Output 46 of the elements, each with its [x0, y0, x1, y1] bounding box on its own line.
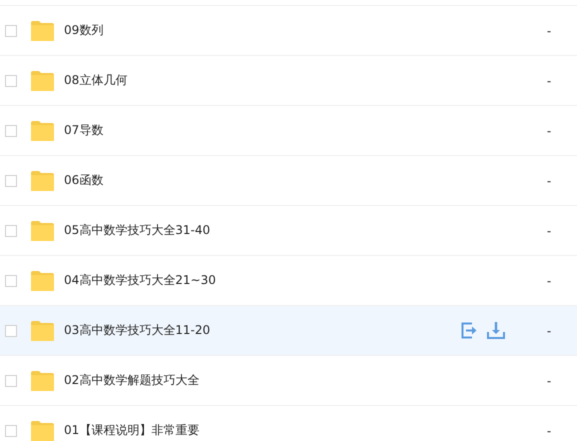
folder-name[interactable]: 04高中数学技巧大全21~30: [64, 272, 461, 289]
checkbox[interactable]: [5, 424, 17, 436]
file-row[interactable]: 03高中数学技巧大全11-20 -: [0, 305, 577, 355]
file-size: -: [546, 24, 552, 38]
file-size: -: [546, 324, 552, 338]
checkbox[interactable]: [5, 174, 17, 186]
folder-icon: [31, 20, 54, 40]
file-size: -: [546, 224, 552, 238]
folder-name[interactable]: 03高中数学技巧大全11-20: [64, 322, 461, 339]
folder-name[interactable]: 06函数: [64, 172, 461, 189]
file-size: -: [546, 274, 552, 288]
folder-icon: [31, 320, 54, 340]
checkbox[interactable]: [5, 324, 17, 336]
folder-name[interactable]: 08立体几何: [64, 72, 461, 89]
folder-name[interactable]: 01【课程说明】非常重要: [64, 422, 461, 439]
checkbox[interactable]: [5, 224, 17, 236]
file-size: -: [546, 74, 552, 88]
file-row[interactable]: 07导数 -: [0, 105, 577, 155]
folder-icon: [31, 170, 54, 190]
download-icon[interactable]: [487, 322, 505, 339]
file-row[interactable]: 02高中数学解题技巧大全 -: [0, 355, 577, 405]
folder-icon: [31, 270, 54, 290]
file-size: -: [546, 124, 552, 138]
folder-name[interactable]: 05高中数学技巧大全31-40: [64, 222, 461, 239]
file-row[interactable]: 09数列 -: [0, 5, 577, 55]
file-row[interactable]: 01【课程说明】非常重要 -: [0, 405, 577, 441]
checkbox[interactable]: [5, 24, 17, 36]
checkbox[interactable]: [5, 274, 17, 286]
share-icon[interactable]: [461, 322, 478, 339]
file-row[interactable]: 05高中数学技巧大全31-40 -: [0, 205, 577, 255]
folder-name[interactable]: 07导数: [64, 122, 461, 139]
folder-icon: [31, 420, 54, 440]
folder-icon: [31, 70, 54, 90]
checkbox[interactable]: [5, 74, 17, 86]
folder-icon: [31, 370, 54, 390]
folder-name[interactable]: 09数列: [64, 22, 461, 39]
file-row[interactable]: 08立体几何 -: [0, 55, 577, 105]
folder-icon: [31, 120, 54, 140]
file-size: -: [546, 374, 552, 388]
folder-icon: [31, 220, 54, 240]
checkbox[interactable]: [5, 374, 17, 386]
file-size: -: [546, 174, 552, 188]
file-size: -: [546, 424, 552, 438]
file-row[interactable]: 06函数 -: [0, 155, 577, 205]
folder-name[interactable]: 02高中数学解题技巧大全: [64, 372, 461, 389]
checkbox[interactable]: [5, 124, 17, 136]
